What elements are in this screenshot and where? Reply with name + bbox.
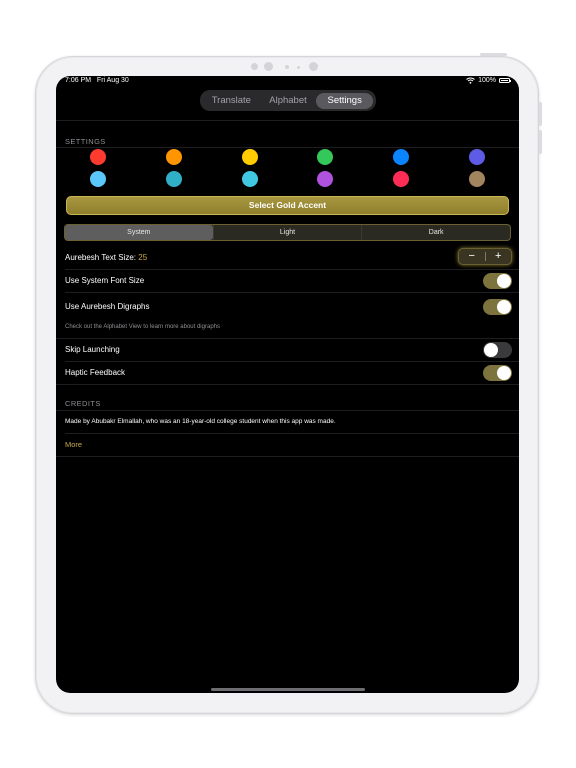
tab-alphabet[interactable]: Alphabet bbox=[260, 93, 317, 109]
digraphs-footer: Check out the Alphabet View to learn mor… bbox=[65, 324, 220, 330]
theme-dark[interactable]: Dark bbox=[361, 225, 510, 240]
toggle-knob bbox=[497, 366, 511, 380]
accent-color-swatch[interactable] bbox=[242, 171, 258, 187]
accent-color-swatch[interactable] bbox=[317, 171, 333, 187]
bottom-divider bbox=[56, 456, 519, 457]
status-right: 100% bbox=[466, 77, 511, 84]
credits-header: CREDITS bbox=[65, 399, 101, 408]
credits-text: Made by Abubakr Elmallah, who was an 18-… bbox=[65, 418, 336, 425]
haptic-feedback-label: Haptic Feedback bbox=[65, 368, 126, 377]
battery-icon bbox=[499, 78, 511, 83]
accent-color-swatch[interactable] bbox=[317, 149, 333, 165]
accent-color-swatch[interactable] bbox=[90, 171, 106, 187]
text-size-row: Aurebesh Text Size: 25 bbox=[65, 253, 147, 262]
credits-divider bbox=[56, 410, 519, 411]
digraphs-toggle[interactable] bbox=[483, 299, 512, 315]
settings-header: SETTINGS bbox=[65, 137, 106, 146]
main-tab-bar: Translate Alphabet Settings bbox=[200, 90, 376, 111]
row-divider bbox=[65, 361, 519, 362]
increment-button[interactable]: + bbox=[486, 249, 512, 264]
toggle-knob bbox=[484, 343, 498, 357]
toggle-knob bbox=[497, 274, 511, 288]
decrement-button[interactable]: − bbox=[459, 249, 485, 264]
more-link[interactable]: More bbox=[65, 440, 82, 449]
tab-settings[interactable]: Settings bbox=[316, 92, 374, 109]
volume-up-button bbox=[539, 102, 542, 126]
appearance-segmented-control: System Light Dark bbox=[64, 224, 511, 241]
digraphs-label: Use Aurebesh Digraphs bbox=[65, 302, 150, 311]
skip-launching-label: Skip Launching bbox=[65, 345, 120, 354]
status-bar: 7:06 PM Fri Aug 30 100% bbox=[56, 76, 519, 88]
skip-launching-toggle[interactable] bbox=[483, 342, 512, 358]
accent-color-swatch[interactable] bbox=[166, 149, 182, 165]
select-gold-accent-button[interactable]: Select Gold Accent bbox=[66, 196, 509, 215]
camera-sensor bbox=[251, 63, 258, 70]
text-size-stepper: − + bbox=[458, 248, 512, 265]
app-screen: 7:06 PM Fri Aug 30 100% Translate Alphab… bbox=[56, 76, 519, 693]
home-indicator bbox=[211, 688, 365, 691]
toggle-knob bbox=[497, 300, 511, 314]
row-divider bbox=[65, 292, 519, 293]
battery-percent: 100% bbox=[478, 77, 496, 84]
camera-dot bbox=[285, 65, 289, 69]
accent-color-swatch[interactable] bbox=[393, 171, 409, 187]
tab-translate[interactable]: Translate bbox=[203, 93, 260, 109]
row-divider bbox=[56, 384, 519, 385]
camera-sensor-right bbox=[309, 62, 318, 71]
theme-light[interactable]: Light bbox=[212, 225, 362, 240]
text-size-label: Aurebesh Text Size: bbox=[65, 253, 137, 262]
accent-color-grid bbox=[65, 148, 516, 192]
row-divider bbox=[56, 338, 519, 339]
top-divider bbox=[56, 120, 519, 121]
accent-color-swatch[interactable] bbox=[469, 171, 485, 187]
camera-lens bbox=[264, 62, 273, 71]
volume-down-button bbox=[539, 130, 542, 154]
status-time: 7:06 PM Fri Aug 30 bbox=[65, 77, 129, 84]
accent-color-swatch[interactable] bbox=[90, 149, 106, 165]
row-divider bbox=[65, 433, 519, 434]
haptic-feedback-toggle[interactable] bbox=[483, 365, 512, 381]
wifi-icon bbox=[466, 77, 475, 84]
system-font-toggle[interactable] bbox=[483, 273, 512, 289]
camera-sensor-small bbox=[297, 66, 300, 69]
row-divider bbox=[65, 269, 519, 270]
accent-color-swatch[interactable] bbox=[166, 171, 182, 187]
accent-color-swatch[interactable] bbox=[393, 149, 409, 165]
system-font-label: Use System Font Size bbox=[65, 276, 145, 285]
accent-color-swatch[interactable] bbox=[469, 149, 485, 165]
accent-color-swatch[interactable] bbox=[242, 149, 258, 165]
top-button bbox=[480, 53, 507, 56]
theme-system[interactable]: System bbox=[65, 225, 213, 240]
text-size-value: 25 bbox=[138, 253, 148, 262]
